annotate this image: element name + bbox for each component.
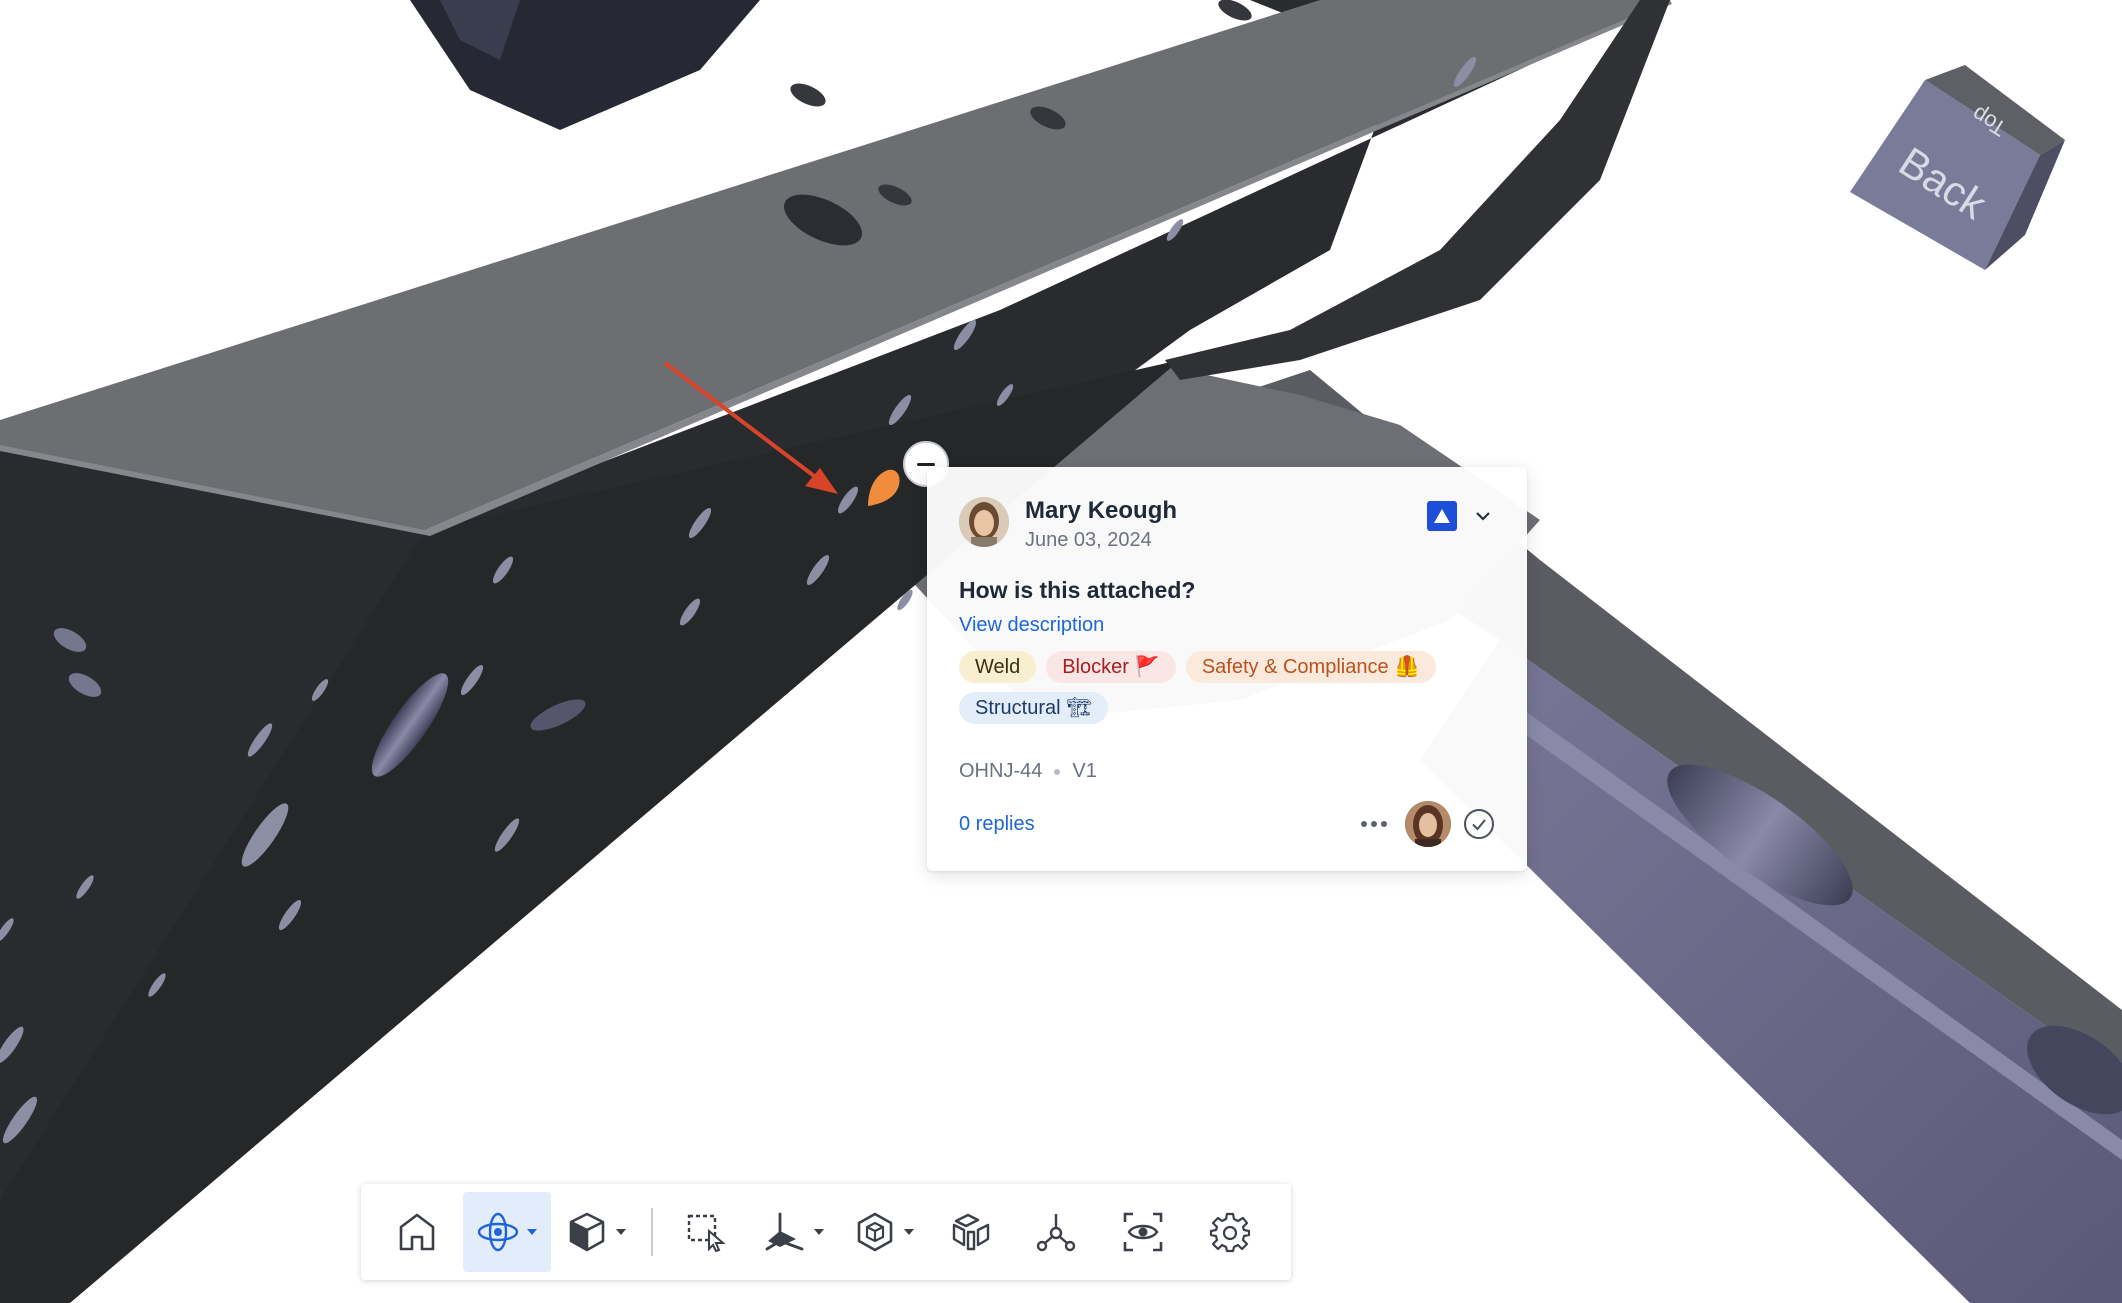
- tag-structural[interactable]: Structural 🏗: [959, 692, 1108, 724]
- issue-meta: OHNJ-44 V1: [959, 760, 1495, 783]
- caret-down-icon: [814, 1229, 824, 1235]
- priority-badge[interactable]: [1427, 501, 1457, 531]
- section-axes-icon: [765, 1212, 804, 1251]
- resolve-check-icon[interactable]: [1463, 808, 1495, 840]
- tag-safety-compliance[interactable]: Safety & Compliance 🦺: [1185, 651, 1436, 683]
- model-browser-button[interactable]: [929, 1192, 1013, 1272]
- cube-icon: [569, 1212, 605, 1252]
- view-cube[interactable]: Back Top: [1850, 60, 2070, 280]
- assignee-avatar[interactable]: [1405, 801, 1451, 847]
- more-options-icon[interactable]: [1355, 815, 1393, 833]
- author-avatar: [959, 497, 1009, 547]
- tag-weld[interactable]: Weld: [959, 651, 1037, 683]
- gear-icon: [1209, 1212, 1251, 1253]
- structure-button[interactable]: [1013, 1192, 1099, 1272]
- focus-view-button[interactable]: [1099, 1192, 1187, 1272]
- home-button[interactable]: [371, 1192, 463, 1272]
- exploded-parts-icon: [952, 1213, 990, 1251]
- red-flag-icon: 🚩: [1134, 656, 1160, 678]
- settings-button[interactable]: [1187, 1192, 1273, 1272]
- section-button[interactable]: [749, 1192, 839, 1272]
- structure-tree-icon: [1036, 1214, 1076, 1252]
- view-description-link[interactable]: View description: [959, 614, 1495, 637]
- explode-button[interactable]: [839, 1192, 929, 1272]
- replies-link[interactable]: 0 replies: [959, 813, 1035, 836]
- home-icon: [399, 1213, 435, 1251]
- safety-vest-icon: 🦺: [1394, 656, 1420, 678]
- caret-down-icon: [527, 1229, 537, 1235]
- chevron-down-icon[interactable]: [1471, 504, 1495, 528]
- separator-dot: [1054, 768, 1061, 775]
- tag-list: Weld Blocker 🚩 Safety & Compliance 🦺 Str…: [959, 651, 1479, 724]
- construction-crane-icon: 🏗: [1066, 697, 1092, 719]
- comment-card: Mary Keough June 03, 2024 How is this at…: [927, 467, 1527, 871]
- issue-id: OHNJ-44: [959, 760, 1043, 782]
- caret-down-icon: [616, 1229, 626, 1235]
- toolbar-divider: [651, 1208, 653, 1256]
- version-label: V1: [1072, 760, 1097, 782]
- caret-down-icon: [904, 1229, 914, 1235]
- focus-eye-icon: [1123, 1212, 1163, 1252]
- orbit-button[interactable]: [463, 1192, 551, 1272]
- orbit-icon: [477, 1212, 519, 1252]
- box-select-button[interactable]: [663, 1192, 749, 1272]
- viewer-toolbar: [361, 1184, 1291, 1280]
- minus-icon: [917, 462, 935, 466]
- comment-date: June 03, 2024: [1025, 529, 1152, 551]
- view-cube-button[interactable]: [551, 1192, 641, 1272]
- box-select-icon: [687, 1214, 726, 1253]
- author-name: Mary Keough: [1025, 497, 1178, 524]
- comment-pin[interactable]: [866, 468, 902, 508]
- explode-cube-icon: [857, 1212, 893, 1252]
- comment-title: How is this attached?: [959, 577, 1196, 603]
- tag-blocker[interactable]: Blocker 🚩: [1046, 651, 1176, 683]
- triangle-up-icon: [1434, 509, 1450, 523]
